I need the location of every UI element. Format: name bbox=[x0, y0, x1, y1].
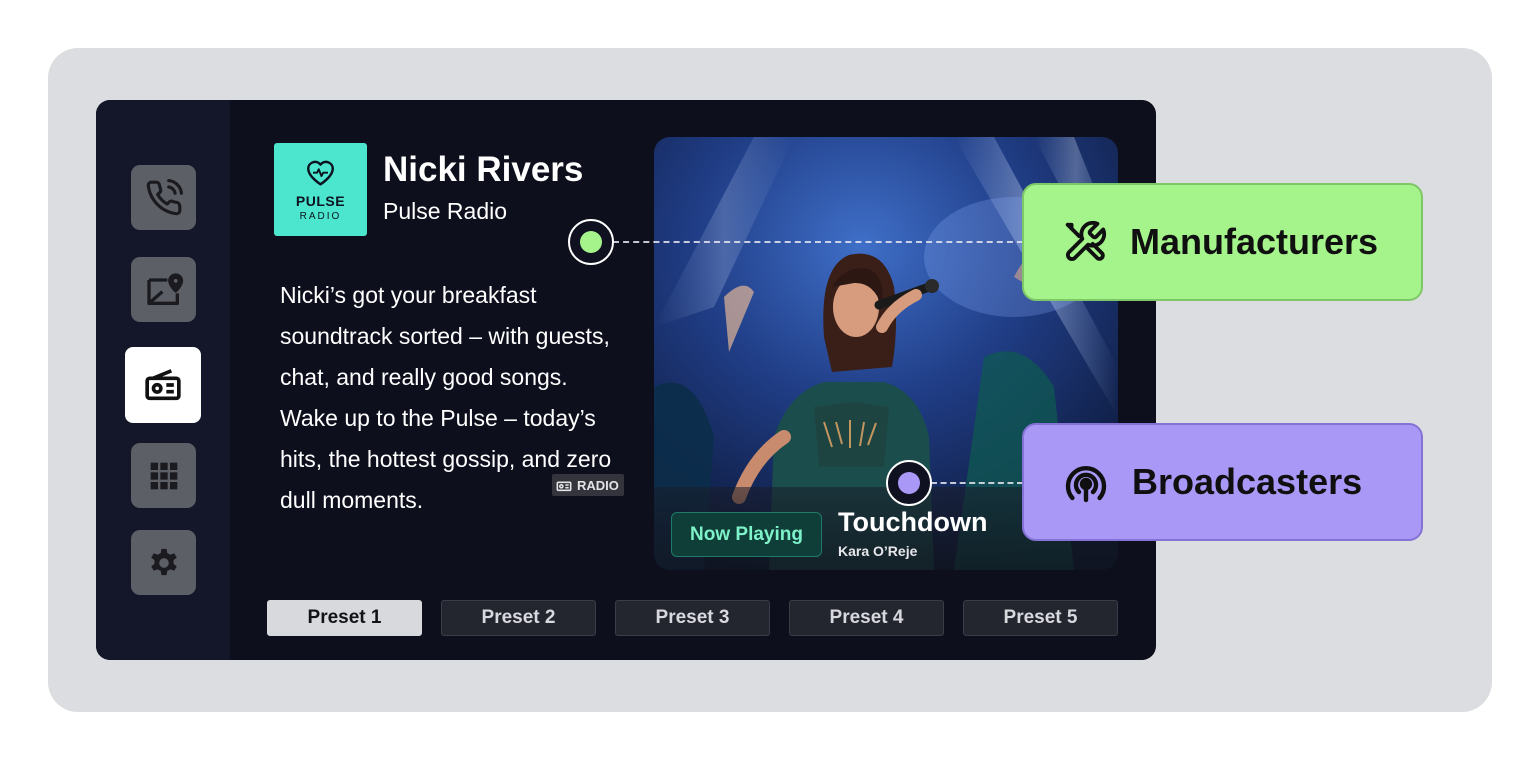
manufacturers-hotspot-dot bbox=[580, 231, 602, 253]
gear-icon bbox=[150, 548, 177, 575]
broadcasters-hotspot-dot bbox=[898, 472, 920, 494]
sidebar bbox=[96, 100, 230, 660]
radio-small-icon bbox=[556, 481, 572, 492]
song-artist: Kara O’Reje bbox=[838, 543, 918, 559]
manufacturers-label: Manufacturers bbox=[1130, 221, 1379, 262]
tools-icon bbox=[1065, 220, 1107, 261]
map-pin-icon bbox=[146, 272, 183, 305]
broadcast-icon bbox=[1065, 466, 1107, 503]
preset-2-button[interactable]: Preset 2 bbox=[441, 600, 596, 636]
broadcasters-hotspot[interactable] bbox=[886, 460, 932, 506]
broadcasters-connector bbox=[931, 482, 1023, 484]
preset-5-button[interactable]: Preset 5 bbox=[963, 600, 1118, 636]
manufacturers-connector bbox=[613, 241, 1023, 243]
manufacturers-hotspot[interactable] bbox=[568, 219, 614, 265]
station-name: Pulse Radio bbox=[383, 198, 508, 224]
radio-icon bbox=[145, 369, 181, 401]
song-title: Touchdown bbox=[838, 507, 988, 537]
infotainment-screen: PULSE RADIO Nicki Rivers Pulse Radio Nic… bbox=[96, 100, 1156, 660]
host-name: Nicki Rivers bbox=[383, 150, 584, 189]
nav-apps-button[interactable] bbox=[131, 443, 196, 508]
preset-1-button[interactable]: Preset 1 bbox=[267, 600, 422, 636]
apps-grid-icon bbox=[150, 462, 177, 489]
nav-maps-button[interactable] bbox=[131, 257, 196, 322]
manufacturers-card: Manufacturers bbox=[1022, 183, 1423, 301]
phone-call-icon bbox=[146, 178, 183, 215]
nav-phone-button[interactable] bbox=[131, 165, 196, 230]
radio-tag: RADIO bbox=[552, 474, 624, 496]
broadcasters-label: Broadcasters bbox=[1132, 461, 1363, 502]
preset-3-button[interactable]: Preset 3 bbox=[615, 600, 770, 636]
broadcasters-card: Broadcasters bbox=[1022, 423, 1423, 541]
radio-tag-label: RADIO bbox=[577, 477, 619, 493]
nav-radio-button[interactable] bbox=[125, 347, 201, 423]
heart-pulse-icon bbox=[306, 160, 334, 186]
nav-settings-button[interactable] bbox=[131, 530, 196, 595]
station-logo: PULSE RADIO bbox=[274, 143, 367, 236]
preset-4-button[interactable]: Preset 4 bbox=[789, 600, 944, 636]
logo-title: PULSE bbox=[295, 193, 346, 209]
now-playing-badge: Now Playing bbox=[671, 512, 822, 557]
logo-subtitle: RADIO bbox=[299, 211, 342, 222]
